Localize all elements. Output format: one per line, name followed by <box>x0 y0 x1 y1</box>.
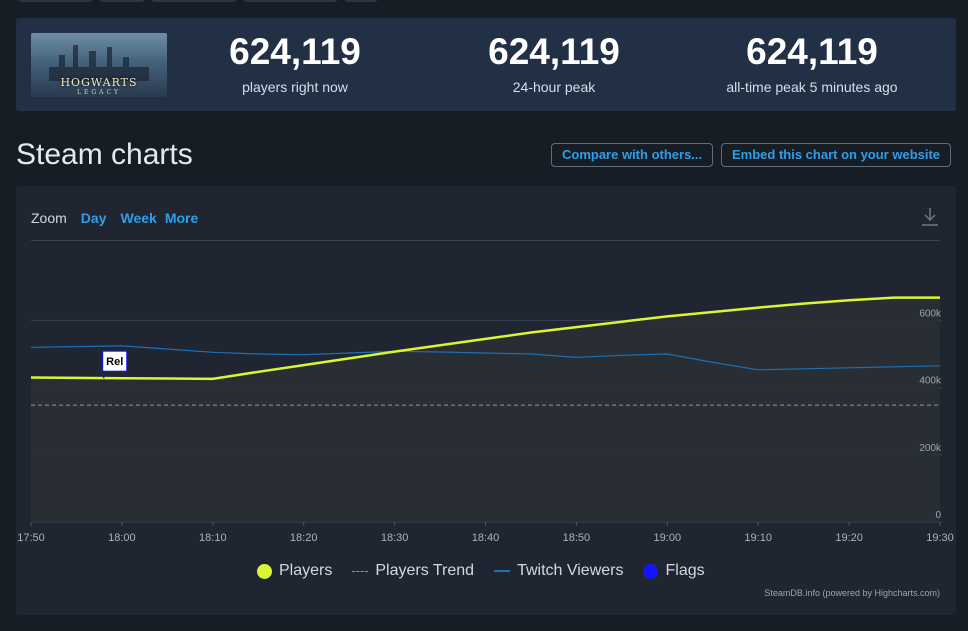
players-area <box>31 297 940 522</box>
flags-marker-icon <box>643 563 659 579</box>
x-tick-label: 19:20 <box>835 532 863 544</box>
x-tick-label: 17:50 <box>17 532 45 544</box>
legend-label: Twitch Viewers <box>517 562 624 579</box>
stat-players-now: 624,119 players right now <box>200 31 390 96</box>
x-tick-label: 19:00 <box>654 532 682 544</box>
x-tick-label: 18:40 <box>472 532 500 544</box>
x-tick-label: 18:20 <box>290 532 318 544</box>
chart-flags: Rel <box>102 350 128 379</box>
stat-value: 624,119 <box>229 31 361 72</box>
legend-players[interactable]: Players <box>257 562 332 580</box>
y-tick-label: 600k <box>919 308 942 319</box>
stat-label: 24-hour peak <box>512 79 596 95</box>
legend-label: Players <box>279 562 333 579</box>
stat-label: all-time peak 5 minutes ago <box>726 79 898 95</box>
top-tab[interactable] <box>344 0 378 2</box>
flag-label: Rel <box>106 356 123 368</box>
top-tab[interactable] <box>243 0 338 2</box>
stat-value: 624,119 <box>488 31 620 72</box>
x-tick-label: 18:10 <box>199 532 227 544</box>
game-header-image[interactable]: HOGWARTS LEGACY <box>31 33 167 97</box>
x-tick-label: 18:50 <box>563 532 591 544</box>
stat-label: players right now <box>242 79 348 95</box>
x-tick-label: 19:30 <box>926 532 954 544</box>
top-tab[interactable] <box>151 0 237 2</box>
y-tick-label: 400k <box>919 376 942 387</box>
x-axis-labels: 17:50 18:00 18:10 18:20 18:30 18:40 18:50 19:00… <box>17 522 954 544</box>
players-chart[interactable]: 0200k400k600k 17:50 18:00 18:10 18:20 18:30 1… <box>16 186 956 556</box>
chart-panel: Zoom Day Week More 0 200k 400k 600k 17:50 18… <box>16 186 956 615</box>
y-tick-label: 200k <box>919 443 942 454</box>
player-stats-panel: HOGWARTS LEGACY 624,119 players right no… <box>16 18 956 111</box>
x-tick-label: 18:30 <box>381 532 409 544</box>
line-icon <box>494 570 511 572</box>
y-tick-label: 0 <box>935 510 941 521</box>
x-tick-label: 19:10 <box>744 532 772 544</box>
legend-twitch-viewers[interactable]: Twitch Viewers <box>494 562 623 580</box>
top-tab[interactable] <box>18 0 93 2</box>
legend-players-trend[interactable]: Players Trend <box>352 562 474 580</box>
top-tab[interactable] <box>99 0 145 2</box>
chart-legend: Players Players Trend Twitch Viewers Fla… <box>257 562 705 580</box>
chart-credit[interactable]: SteamDB.info (powered by Highcharts.com) <box>764 588 940 598</box>
legend-label: Flags <box>665 562 705 579</box>
legend-flags[interactable]: Flags <box>643 562 705 580</box>
legend-label: Players Trend <box>375 562 475 579</box>
stat-value: 624,119 <box>746 31 878 72</box>
stat-all-time-peak: 624,119 all-time peak 5 minutes ago <box>702 31 922 96</box>
compare-button[interactable]: Compare with others... <box>551 143 714 167</box>
x-tick-label: 18:00 <box>108 532 136 544</box>
top-tabs <box>18 0 378 2</box>
game-logo-subtitle: LEGACY <box>76 89 122 96</box>
stat-24h-peak: 624,119 24-hour peak <box>459 31 649 96</box>
players-marker-icon <box>257 563 272 579</box>
section-title: Steam charts <box>16 138 193 171</box>
game-logo-text: HOGWARTS <box>60 76 138 89</box>
dashed-line-icon <box>352 570 369 572</box>
embed-chart-button[interactable]: Embed this chart on your website <box>721 143 952 167</box>
